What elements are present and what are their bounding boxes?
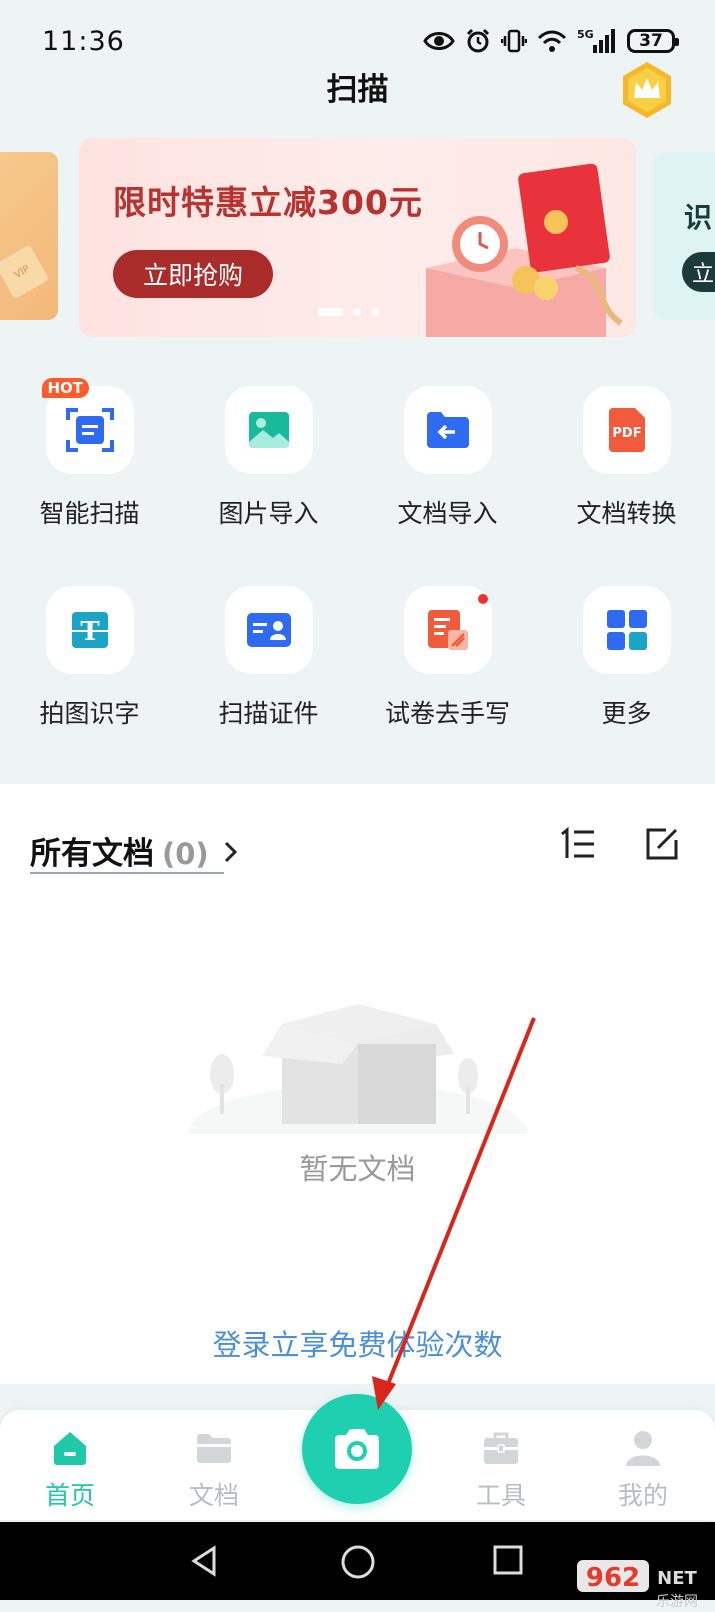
back-icon[interactable]: [188, 1544, 222, 1578]
notification-dot: [477, 594, 488, 604]
signal-5g-icon: 5G: [577, 28, 615, 53]
system-navigation-bar: 962 NET 乐游网: [0, 1522, 715, 1610]
documents-section: 所有文档 (0) 暂无文档 登录立享免费体验次数: [0, 784, 715, 1384]
tool-doc-import[interactable]: 文档导入: [358, 386, 537, 530]
tool-label: 图片导入: [218, 499, 319, 528]
folder-icon: [197, 1434, 231, 1463]
edit-icon[interactable]: [644, 826, 680, 862]
tool-icon-box: T: [45, 586, 134, 674]
chevron-right-icon: [224, 841, 237, 863]
pdf-convert-icon: PDF: [608, 408, 645, 452]
carousel-indicator: [317, 308, 379, 316]
page-title: 扫描: [326, 72, 389, 108]
user-icon: [626, 1431, 660, 1466]
more-grid-icon: [606, 610, 647, 650]
ocr-text-icon: T: [69, 612, 110, 648]
vip-crown-icon[interactable]: [619, 60, 675, 120]
hot-badge: HOT: [41, 378, 90, 398]
sort-list-icon[interactable]: [558, 826, 598, 862]
home-icon: [54, 1432, 86, 1465]
tool-doc-convert[interactable]: PDF 文档转换: [537, 386, 715, 530]
documents-title: 所有文档: [30, 836, 154, 872]
banner-prev-card[interactable]: VIP: [0, 152, 58, 320]
tool-photo-ocr[interactable]: T 拍图识字: [0, 586, 179, 730]
nav-home[interactable]: 首页: [10, 1428, 130, 1512]
erase-handwriting-icon: [427, 610, 468, 650]
battery-indicator: 37: [627, 29, 679, 53]
vibrate-icon: [501, 29, 527, 53]
banner-next-card[interactable]: 识 立: [654, 152, 715, 320]
tool-icon-box: [224, 386, 313, 474]
tool-label: 更多: [601, 699, 652, 728]
toolbox-icon: [484, 1432, 518, 1464]
nav-documents[interactable]: 文档: [154, 1428, 274, 1512]
tool-image-import[interactable]: 图片导入: [179, 386, 358, 530]
tool-icon-box: [582, 586, 671, 674]
carousel-dot-active: [317, 308, 343, 316]
tool-icon-box: [403, 386, 492, 474]
carousel-dot: [371, 308, 379, 316]
tool-icon-box: [224, 586, 313, 674]
camera-icon: [335, 1429, 379, 1469]
tool-icon-box: [403, 586, 492, 674]
camera-scan-button[interactable]: [302, 1394, 412, 1504]
documents-title-underline: [30, 872, 224, 874]
watermark-suffix: NET: [657, 1568, 697, 1589]
nav-label: 首页: [44, 1481, 95, 1510]
nav-tools[interactable]: 工具: [441, 1428, 561, 1512]
next-card-title: 识: [684, 201, 713, 234]
nav-label: 工具: [475, 1481, 526, 1510]
status-time: 11:36: [42, 26, 125, 57]
tool-id-scan[interactable]: 扫描证件: [179, 586, 358, 730]
documents-count: (0): [162, 837, 209, 871]
tool-icon-box: HOT: [41, 378, 134, 474]
empty-state-text: 暂无文档: [299, 1152, 416, 1186]
tool-erase-handwriting[interactable]: 试卷去手写: [358, 586, 537, 730]
doc-import-icon: [426, 412, 469, 448]
tool-label: 试卷去手写: [384, 699, 510, 728]
tool-more[interactable]: 更多: [537, 586, 715, 730]
wifi-icon: [537, 30, 567, 52]
empty-box-illustration: [188, 1004, 528, 1134]
battery-level: 37: [639, 31, 663, 51]
vip-card-art: VIP: [0, 244, 50, 300]
id-card-icon: [246, 613, 291, 647]
tool-label: 文档转换: [576, 499, 677, 528]
network-label: 5G: [577, 28, 594, 41]
tool-label: 扫描证件: [218, 699, 319, 728]
home-circle-icon[interactable]: [340, 1544, 376, 1580]
recents-icon[interactable]: [492, 1544, 524, 1576]
nav-label: 文档: [188, 1481, 239, 1510]
alarm-icon: [466, 28, 490, 53]
all-documents-link[interactable]: 所有文档 (0): [30, 828, 239, 873]
watermark-art: 962 NET 乐游网: [577, 1560, 698, 1610]
tool-label: 拍图识字: [39, 699, 140, 728]
tool-label: 文档导入: [397, 499, 498, 528]
nav-label: 我的: [617, 1481, 668, 1510]
image-import-icon: [248, 412, 289, 448]
carousel-dot: [353, 308, 361, 316]
pdf-icon-text: PDF: [612, 426, 641, 441]
promo-banner[interactable]: 限时特惠立减300元 立即抢购: [79, 138, 636, 337]
watermark-logo: 962 NET 乐游网: [575, 1534, 707, 1610]
tool-label: 智能扫描: [39, 499, 140, 528]
gift-box-illustration: [426, 163, 623, 337]
banner-title: 限时特惠立减300元: [113, 183, 423, 222]
next-card-button: 立: [682, 252, 715, 292]
tool-smart-scan[interactable]: HOT 智能扫描: [0, 378, 179, 530]
nav-profile[interactable]: 我的: [583, 1428, 703, 1512]
watermark-brand: 962: [586, 1563, 640, 1593]
buy-now-button[interactable]: 立即抢购: [113, 250, 273, 298]
eye-icon: [423, 32, 455, 50]
smart-scan-icon: [65, 408, 114, 452]
status-icons: 5G 37: [423, 26, 679, 56]
login-free-trial-link[interactable]: 登录立享免费体验次数: [0, 1322, 715, 1364]
tool-icon-box: PDF: [582, 386, 671, 474]
watermark-sub: 乐游网: [656, 1594, 698, 1610]
